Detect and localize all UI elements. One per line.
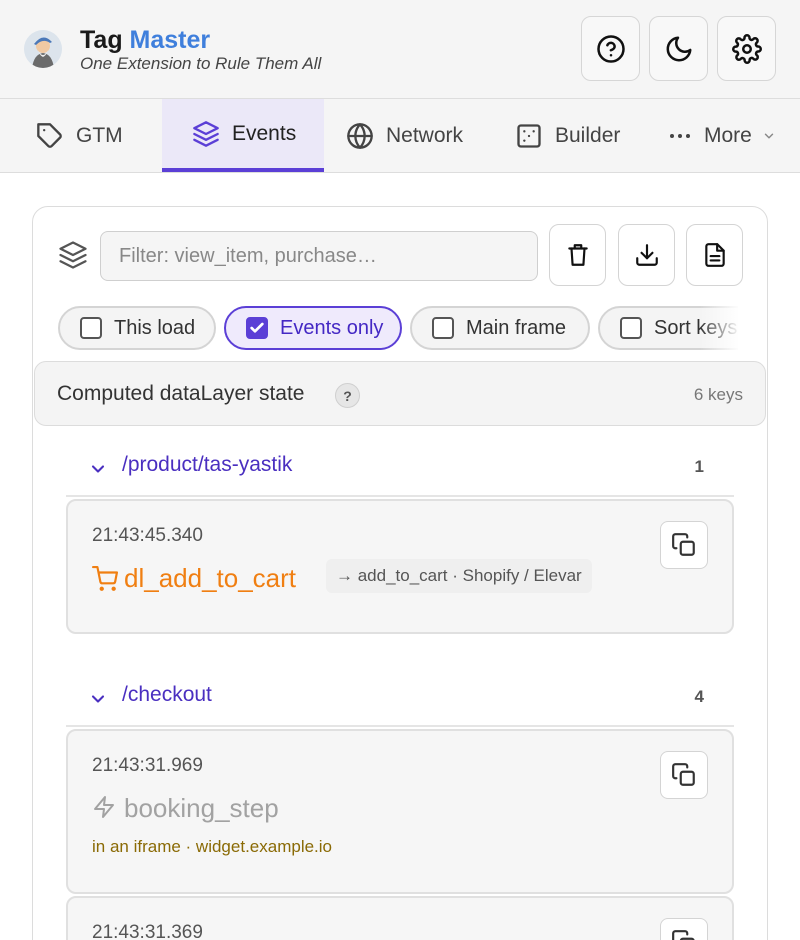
- main-tabs: GTM Events Network Builder More: [0, 99, 800, 173]
- tab-label: Events: [232, 121, 297, 145]
- checkbox[interactable]: [80, 317, 102, 339]
- tab-builder[interactable]: Builder: [515, 99, 620, 172]
- toggle-label: Events only: [280, 316, 384, 339]
- globe-icon: [347, 122, 373, 149]
- page-group-header[interactable]: /checkout 4: [66, 677, 734, 727]
- file-text-icon: [704, 243, 725, 267]
- checkbox[interactable]: [246, 317, 268, 339]
- tab-network[interactable]: Network: [346, 99, 463, 172]
- app-tagline: One Extension to Rule Them All: [80, 54, 322, 73]
- chevron-down-icon: [91, 695, 105, 703]
- event-card[interactable]: 21:43:31.969 booking_step in an iframe ·…: [66, 729, 734, 894]
- tab-gtm[interactable]: GTM: [36, 99, 123, 172]
- event-count: 4: [694, 687, 704, 706]
- page-group-header[interactable]: /product/tas-yastik 1: [66, 447, 734, 497]
- download-button[interactable]: [618, 224, 675, 286]
- tab-label: Builder: [555, 123, 621, 147]
- theme-toggle-button[interactable]: [649, 16, 708, 81]
- event-mapping: → add_to_cart · Shopify / Elevar: [326, 559, 592, 593]
- checkbox[interactable]: [620, 317, 642, 339]
- event-time: 21:43:31.369: [92, 922, 203, 940]
- computed-state-bar[interactable]: Computed dataLayer state ? 6 keys: [34, 361, 766, 426]
- event-filter-input[interactable]: [100, 231, 538, 281]
- filter-toggles: This load Events only Main frame Sort ke…: [58, 306, 738, 352]
- copy-icon: [672, 763, 695, 786]
- toggle-this-load[interactable]: This load: [58, 306, 216, 350]
- copy-button[interactable]: [660, 751, 708, 799]
- check-icon: [250, 322, 264, 333]
- event-card[interactable]: 21:43:45.340 dl_add_to_cart → add_to_car…: [66, 499, 734, 634]
- tab-label: GTM: [76, 123, 123, 147]
- toggle-events-only[interactable]: Events only: [224, 306, 402, 350]
- toggle-main-frame[interactable]: Main frame: [410, 306, 590, 350]
- trash-icon: [567, 244, 588, 266]
- copy-icon: [672, 930, 695, 940]
- app-title-accent: Master: [129, 26, 211, 54]
- iframe-note: in an iframe · widget.example.io: [92, 837, 333, 856]
- key-count: 6 keys: [693, 385, 743, 404]
- clear-button[interactable]: [549, 224, 606, 286]
- page-path: /checkout: [122, 683, 212, 706]
- tag-icon: [37, 122, 62, 148]
- app-header: Tag Master One Extension to Rule Them Al…: [0, 0, 800, 99]
- event-count: 1: [694, 457, 704, 476]
- event-name: booking_step: [124, 793, 279, 823]
- lightning-icon: [94, 796, 114, 818]
- tab-events[interactable]: Events: [162, 99, 324, 172]
- copy-icon: [672, 533, 695, 556]
- help-circle-icon: [596, 34, 625, 63]
- tab-more[interactable]: More: [668, 99, 776, 172]
- layers-icon: [193, 120, 219, 147]
- ellipsis-icon: [670, 133, 690, 138]
- tab-label: More: [704, 123, 752, 147]
- page-path: /product/tas-yastik: [122, 453, 293, 476]
- app-title: Tag Master: [80, 26, 210, 55]
- toggle-label: Main frame: [466, 316, 567, 339]
- chevron-down-icon: [91, 465, 105, 473]
- chevron-down-icon: [764, 133, 774, 138]
- event-name: dl_add_to_cart: [124, 563, 297, 593]
- moon-icon: [666, 36, 691, 61]
- gear-icon: [731, 33, 762, 64]
- layers-icon: [58, 240, 88, 275]
- cart-icon: [92, 566, 118, 591]
- help-badge[interactable]: ?: [335, 383, 360, 408]
- checkbox[interactable]: [432, 317, 454, 339]
- state-title: Computed dataLayer state: [57, 382, 305, 405]
- export-report-button[interactable]: [686, 224, 743, 286]
- download-icon: [635, 244, 658, 266]
- copy-button[interactable]: [660, 521, 708, 569]
- settings-button[interactable]: [717, 16, 776, 81]
- event-card[interactable]: 21:43:31.369: [66, 896, 734, 940]
- app-title-main: Tag: [80, 26, 123, 54]
- event-time: 21:43:45.340: [92, 525, 203, 546]
- app-logo: [24, 30, 62, 68]
- event-time: 21:43:31.969: [92, 755, 203, 776]
- tab-label: Network: [386, 123, 464, 147]
- help-button[interactable]: [581, 16, 640, 81]
- copy-button[interactable]: [660, 918, 708, 940]
- scroll-fade: [700, 306, 740, 352]
- toggle-label: This load: [114, 316, 196, 339]
- builder-icon: [517, 123, 541, 148]
